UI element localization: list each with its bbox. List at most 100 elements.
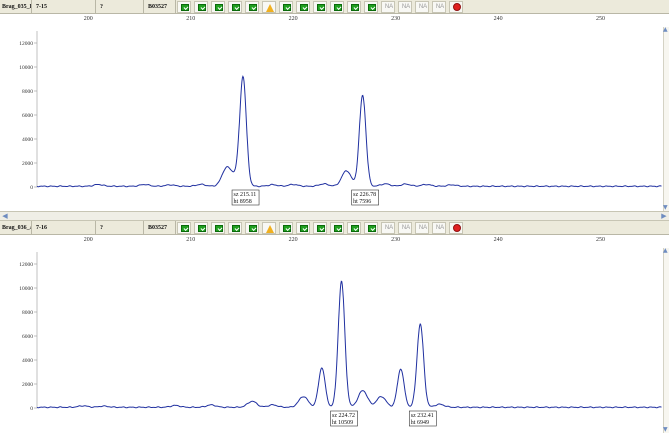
pass-check-icon-glyph — [283, 4, 291, 11]
pass-check-icon[interactable] — [330, 222, 344, 234]
pass-check-icon[interactable] — [330, 1, 344, 13]
peak-height-label: ht 10509 — [332, 420, 353, 426]
na-status[interactable]: NA — [381, 222, 395, 234]
pass-check-icon-glyph — [317, 225, 325, 232]
pass-check-icon[interactable] — [177, 222, 191, 234]
pass-check-icon-glyph — [334, 4, 342, 11]
y-tick-label: 8000 — [22, 89, 33, 95]
pass-check-icon[interactable] — [296, 222, 310, 234]
na-status[interactable]: NA — [415, 1, 429, 13]
scroll-up-arrow-icon[interactable]: ▲ — [663, 248, 668, 254]
na-status-glyph: NA — [418, 4, 428, 10]
scroll-right-arrow-icon[interactable]: ▶ — [659, 212, 669, 220]
pass-check-icon[interactable] — [347, 222, 361, 234]
pass-check-icon[interactable] — [228, 1, 242, 13]
ruler-tick-label: 220 — [288, 237, 298, 243]
na-status-glyph: NA — [384, 4, 394, 10]
pass-check-icon[interactable] — [347, 1, 361, 13]
pass-check-icon-glyph — [368, 225, 376, 232]
pass-check-icon[interactable] — [364, 222, 378, 234]
y-tick-label: 0 — [30, 406, 33, 412]
pass-check-icon[interactable] — [313, 222, 327, 234]
pass-check-icon[interactable] — [279, 222, 293, 234]
pass-check-icon[interactable] — [364, 1, 378, 13]
peak-label-box[interactable]: sz 232.41ht 6949 — [408, 410, 437, 427]
ruler-tick-label: 230 — [391, 237, 401, 243]
na-status[interactable]: NA — [415, 222, 429, 234]
peak-label-box[interactable]: sz 226.78ht 7596 — [351, 189, 379, 206]
pass-check-icon-glyph — [198, 225, 206, 232]
na-status[interactable]: NA — [398, 222, 412, 234]
peak-size-label: sz 226.78 — [353, 192, 376, 198]
warning-icon-glyph — [266, 225, 274, 233]
signal-trace — [36, 75, 662, 188]
pass-check-icon-glyph — [215, 4, 223, 11]
pass-check-icon-glyph — [300, 225, 308, 232]
pass-check-icon-glyph — [181, 225, 189, 232]
scroll-up-arrow-icon[interactable]: ▲ — [663, 27, 668, 33]
y-tick-group: 0 2000 4000 6000 8000 10000 12000 — [19, 262, 37, 412]
na-status[interactable]: NA — [432, 1, 446, 13]
electropherogram-plot[interactable]: 020004000600080001000012000 sz 215.11ht … — [0, 27, 669, 211]
sample-header-row[interactable]: Brag_035_B03.fsa 7-15 ? B03527 NA NA NA NA — [0, 0, 669, 14]
na-status[interactable]: NA — [432, 222, 446, 234]
na-status[interactable]: NA — [381, 1, 395, 13]
warning-icon[interactable] — [262, 222, 276, 234]
pass-check-icon-glyph — [317, 4, 325, 11]
pass-check-icon[interactable] — [245, 1, 259, 13]
na-status-glyph: NA — [435, 225, 445, 231]
pass-check-icon[interactable] — [194, 222, 208, 234]
y-tick-label: 6000 — [22, 334, 33, 340]
ruler-tick-label: 210 — [186, 16, 196, 22]
pass-check-icon[interactable] — [177, 1, 191, 13]
ruler-tick-label: 250 — [596, 16, 606, 22]
pass-check-icon[interactable] — [194, 1, 208, 13]
y-tick-label: 0 — [30, 185, 33, 191]
size-ruler: 200 210 220 230 240 250 — [0, 236, 669, 248]
y-tick-label: 12000 — [19, 262, 33, 268]
pass-check-icon[interactable] — [211, 222, 225, 234]
na-status[interactable]: NA — [398, 1, 412, 13]
y-tick-label: 10000 — [19, 286, 33, 292]
pass-check-icon[interactable] — [211, 1, 225, 13]
scroll-down-arrow-icon[interactable]: ▼ — [663, 427, 668, 433]
file-name: Brag_035_B03.fsa — [0, 0, 32, 14]
peak-size-label: sz 215.11 — [234, 192, 257, 198]
electropherogram-panel-1: Brag_035_B03.fsa 7-15 ? B03527 NANANANA … — [0, 0, 669, 221]
ruler-tick-label: 200 — [83, 237, 93, 243]
run-name: B03527 — [146, 0, 176, 14]
ruler-tick-label: 210 — [186, 237, 196, 243]
pass-check-icon-glyph — [181, 4, 189, 11]
pass-check-icon-glyph — [334, 225, 342, 232]
stop-icon[interactable] — [449, 222, 463, 234]
electropherogram-panel-2: Brag_036_A03.fsa 7-16 ? B03527 NANANANA … — [0, 221, 669, 433]
stop-icon[interactable] — [449, 1, 463, 13]
pass-check-icon-glyph — [351, 225, 359, 232]
pass-check-icon[interactable] — [228, 222, 242, 234]
pass-check-icon[interactable] — [296, 1, 310, 13]
ruler-tick-label: 220 — [288, 16, 298, 22]
sample-header-row[interactable]: Brag_036_A03.fsa 7-16 ? B03527 NA NA NA NA — [0, 221, 669, 235]
na-status-glyph: NA — [401, 4, 411, 10]
warning-icon[interactable] — [262, 1, 276, 13]
peak-label-box[interactable]: sz 224.72ht 10509 — [330, 410, 358, 427]
pass-check-icon[interactable] — [279, 1, 293, 13]
na-status-glyph: NA — [418, 225, 428, 231]
vertical-scrollbar[interactable]: ▲ ▼ — [663, 248, 669, 433]
vertical-scrollbar[interactable]: ▲ ▼ — [663, 27, 669, 211]
peak-label-box[interactable]: sz 215.11ht 8958 — [231, 189, 260, 206]
horizontal-scrollbar[interactable]: ◀ ▶ — [0, 211, 669, 221]
electropherogram-plot[interactable]: 020004000600080001000012000 sz 224.72ht … — [0, 248, 669, 433]
pass-check-icon[interactable] — [245, 222, 259, 234]
stop-icon-glyph — [453, 3, 461, 11]
na-status-glyph: NA — [401, 225, 411, 231]
pass-check-icon-glyph — [351, 4, 359, 11]
pass-check-icon-glyph — [249, 225, 257, 232]
scroll-left-arrow-icon[interactable]: ◀ — [0, 212, 10, 220]
ruler-tick-label: 240 — [493, 16, 503, 22]
peak-height-label: ht 7596 — [353, 199, 371, 205]
y-tick-label: 2000 — [22, 161, 33, 167]
na-status-glyph: NA — [435, 4, 445, 10]
pass-check-icon[interactable] — [313, 1, 327, 13]
y-tick-label: 4000 — [22, 358, 33, 364]
